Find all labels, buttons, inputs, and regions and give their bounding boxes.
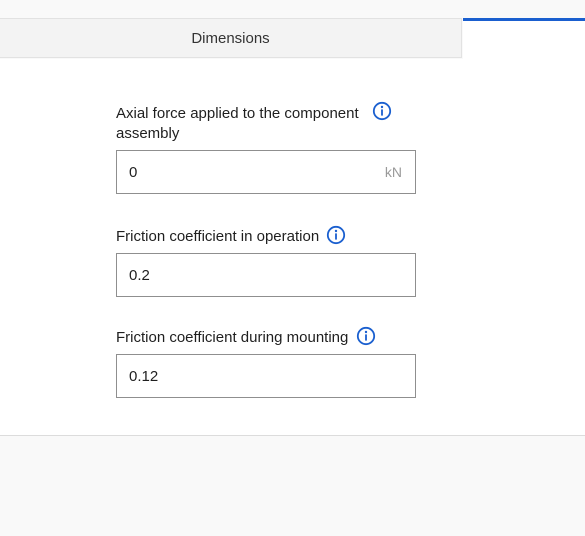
friction-mounting-input[interactable] xyxy=(117,355,415,397)
friction-operation-label-row: Friction coefficient in operation xyxy=(116,225,416,247)
tab-bar: Dimensions xyxy=(0,18,585,59)
axial-force-unit: kN xyxy=(384,164,402,180)
axial-force-label: Axial force applied to the component ass… xyxy=(116,105,359,142)
form-panel: Axial force applied to the component ass… xyxy=(0,59,585,436)
tab-dimensions-label: Dimensions xyxy=(191,29,270,47)
friction-mounting-input-box xyxy=(116,354,416,398)
axial-force-input-box: kN xyxy=(116,150,416,194)
axial-force-label-row: Axial force applied to the component ass… xyxy=(116,101,392,144)
info-icon[interactable] xyxy=(372,101,392,121)
info-icon[interactable] xyxy=(356,326,376,346)
friction-operation-input[interactable] xyxy=(117,254,415,296)
tab-dimensions[interactable]: Dimensions xyxy=(0,18,462,58)
friction-operation-label: Friction coefficient in operation xyxy=(116,228,320,245)
tab-active[interactable] xyxy=(463,18,585,59)
info-icon[interactable] xyxy=(326,225,346,245)
top-strip xyxy=(0,0,585,18)
friction-mounting-label-row: Friction coefficient during mounting xyxy=(116,326,416,348)
friction-mounting-field: Friction coefficient during mounting xyxy=(116,326,416,398)
friction-operation-input-box xyxy=(116,253,416,297)
friction-mounting-label: Friction coefficient during mounting xyxy=(116,329,349,346)
friction-operation-field: Friction coefficient in operation xyxy=(116,225,416,297)
axial-force-field: Axial force applied to the component ass… xyxy=(116,101,416,194)
axial-force-input[interactable] xyxy=(117,151,415,193)
